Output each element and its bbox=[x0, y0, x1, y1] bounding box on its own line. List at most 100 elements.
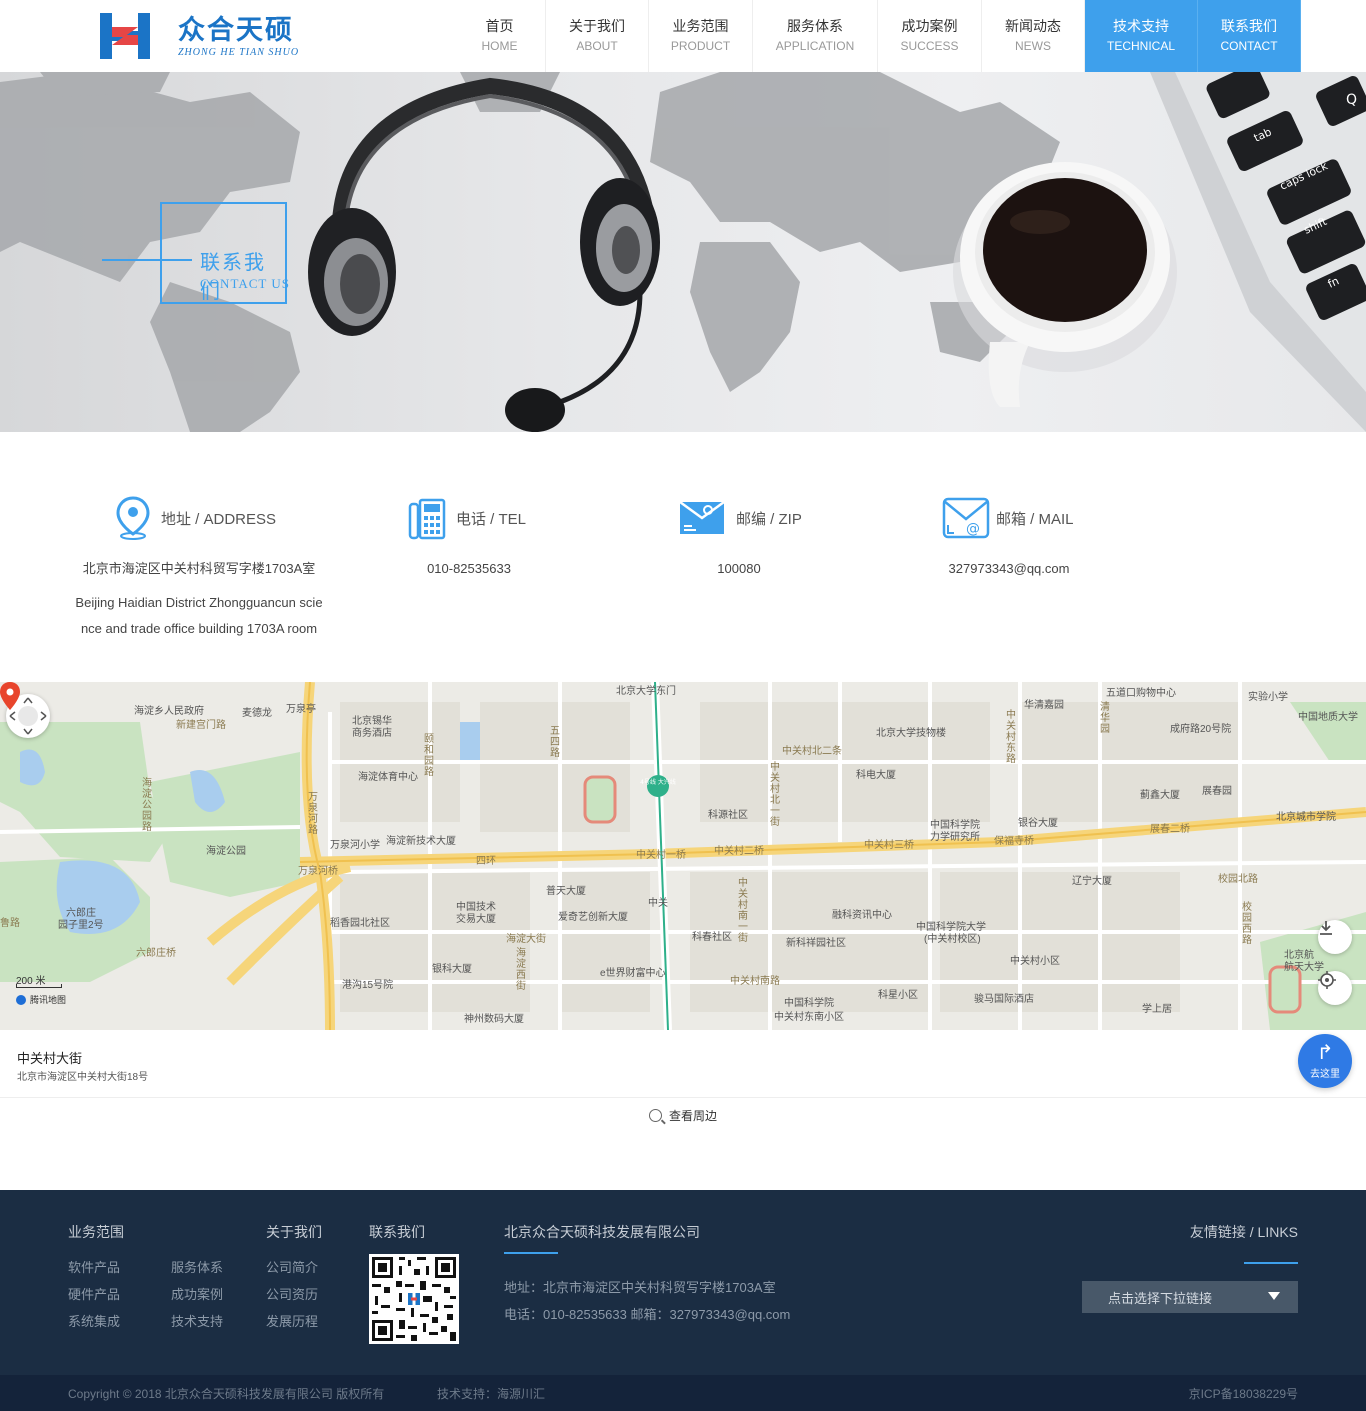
map-label: 实验小学 bbox=[1248, 692, 1288, 703]
footer-link[interactable]: 技术支持 bbox=[171, 1308, 251, 1335]
map-label: 商务酒店 bbox=[352, 728, 392, 739]
footer-link[interactable]: 成功案例 bbox=[171, 1281, 251, 1308]
place-name: 中关村大街 bbox=[17, 1051, 83, 1066]
logo-mark-icon bbox=[100, 13, 152, 59]
map-label: 科电大厦 bbox=[856, 770, 896, 781]
map-label: 华清嘉园 bbox=[1024, 700, 1064, 711]
coffee-cup-graphic bbox=[953, 162, 1177, 407]
laptop-keyboard-graphic: tab caps lock shift fn Q bbox=[1150, 72, 1366, 432]
nav-success[interactable]: 成功案例 SUCCESS bbox=[878, 0, 982, 72]
map-label: 中国科学院 bbox=[784, 998, 834, 1009]
navigate-label: 去这里 bbox=[1310, 1068, 1340, 1080]
nav-label-cn: 服务体系 bbox=[787, 18, 843, 34]
map-label: 中关村三桥 bbox=[864, 840, 914, 851]
postcode-envelope-icon bbox=[679, 500, 725, 534]
map-label: 中国地质大学 bbox=[1298, 712, 1358, 723]
search-icon bbox=[648, 1108, 662, 1122]
map-label: 北京城市学院 bbox=[1276, 812, 1336, 823]
nav-technical[interactable]: 技术支持 TECHNICAL bbox=[1085, 0, 1198, 72]
footer-link[interactable]: 公司简介 bbox=[266, 1254, 322, 1281]
map-label: 交易大厦 bbox=[456, 914, 496, 925]
mail-label: 邮箱 / MAIL bbox=[996, 510, 1074, 528]
map-label: 海淀公园 bbox=[206, 846, 246, 857]
map-label: 新科祥园社区 bbox=[786, 938, 846, 949]
copyright-text: Copyright © 2018 北京众合天硕科技发展有限公司 版权所有 bbox=[68, 1387, 385, 1401]
map-label: 万泉河路 bbox=[308, 792, 318, 836]
nav-label-en: NEWS bbox=[1015, 39, 1051, 53]
footer-contact: 联系我们 bbox=[369, 1222, 459, 1344]
map-label: 海淀西街 bbox=[516, 948, 526, 992]
map-label: 融科资讯中心 bbox=[832, 910, 892, 921]
view-nearby-link[interactable]: 查看周边 bbox=[0, 1104, 1366, 1126]
map-label: 学上居 bbox=[1142, 1004, 1172, 1015]
location-marker-icon[interactable] bbox=[0, 682, 20, 710]
nav-news[interactable]: 新闻动态 NEWS bbox=[982, 0, 1085, 72]
map-label: 海淀公园路 bbox=[142, 778, 152, 833]
footer-about-title: 关于我们 bbox=[266, 1224, 322, 1240]
friend-links-select[interactable]: 点击选择下拉链接 bbox=[1082, 1281, 1298, 1313]
svg-text:@: @ bbox=[966, 521, 980, 537]
map-label: 园子里2号 bbox=[58, 920, 104, 931]
navigate-here-button[interactable]: ↱ 去这里 bbox=[1298, 1034, 1352, 1088]
tech-support-link[interactable]: 技术支持：海源川汇 bbox=[437, 1385, 545, 1402]
nav-label-en: APPLICATION bbox=[775, 39, 855, 53]
nav-label-cn: 新闻动态 bbox=[1005, 18, 1061, 34]
map-label: 四环 bbox=[476, 856, 496, 867]
map-label: 麦德龙 bbox=[242, 708, 272, 719]
map-label: 成府路20号院 bbox=[1170, 724, 1232, 735]
location-map[interactable]: 4号线 大兴线 北京大学东门 海淀乡人民政府 麦德龙 万泉亭 新建宫门路 北京锡… bbox=[0, 682, 1366, 1030]
map-label: 中关村一桥 bbox=[636, 850, 686, 861]
zip-value: 100080 bbox=[717, 561, 761, 576]
map-label: 鲁路 bbox=[0, 918, 20, 929]
map-label: 万泉亭 bbox=[286, 704, 316, 715]
nav-label-en: CONTACT bbox=[1220, 39, 1278, 53]
map-label: 校园西路 bbox=[1242, 902, 1252, 946]
footer-bottom-bar: Copyright © 2018 北京众合天硕科技发展有限公司 版权所有 技术支… bbox=[0, 1375, 1366, 1411]
friend-links-select-value: 点击选择下拉链接 bbox=[1108, 1290, 1213, 1306]
nav-application[interactable]: 服务体系 APPLICATION bbox=[753, 0, 878, 72]
icp-number[interactable]: 京ICP备18038229号 bbox=[1189, 1385, 1298, 1402]
main-nav: 首页 HOME 关于我们 ABOUT 业务范围 PRODUCT 服务体系 APPLICA… bbox=[454, 0, 1301, 72]
map-label: 银科大厦 bbox=[432, 964, 472, 975]
banner-title-cn: 联系我们 bbox=[200, 252, 266, 303]
nav-product[interactable]: 业务范围 PRODUCT bbox=[649, 0, 753, 72]
map-label: 北京大学技物楼 bbox=[876, 728, 946, 739]
map-locate-button[interactable] bbox=[1318, 971, 1352, 1005]
footer-link[interactable]: 服务体系 bbox=[171, 1254, 251, 1281]
mail-icon: @ bbox=[942, 497, 990, 539]
footer-link[interactable]: 系统集成 bbox=[68, 1308, 171, 1335]
map-label: 北京大学东门 bbox=[616, 686, 676, 697]
map-download-button[interactable] bbox=[1318, 920, 1352, 954]
nav-label-en: TECHNICAL bbox=[1106, 39, 1175, 53]
zip-label: 邮编 / ZIP bbox=[736, 510, 802, 528]
map-label: 海淀体育中心 bbox=[358, 772, 418, 783]
footer-link[interactable]: 硬件产品 bbox=[68, 1281, 171, 1308]
map-label: 中关村南路 bbox=[730, 976, 780, 987]
footer-link[interactable]: 软件产品 bbox=[68, 1254, 171, 1281]
tel-value: 010-82535633 bbox=[427, 561, 511, 576]
site-logo[interactable]: 众合天硕 ZHONG HE TIAN SHUO bbox=[100, 12, 300, 60]
nav-label-en: HOME bbox=[481, 39, 518, 53]
place-info-card: 中关村大街 北京市海淀区中关村大街18号 ↱ 去这里 bbox=[0, 1030, 1366, 1098]
qr-code-icon bbox=[369, 1254, 459, 1344]
footer-link[interactable]: 公司资历 bbox=[266, 1281, 322, 1308]
view-nearby-label: 查看周边 bbox=[668, 1108, 717, 1123]
tel-block: 电话 / TEL 010-82535633 bbox=[400, 496, 538, 582]
footer-company: 北京众合天硕科技发展有限公司 地址：北京市海淀区中关村科贸写字楼1703A室 电… bbox=[504, 1222, 790, 1328]
map-label: 海淀新技术大厦 bbox=[386, 836, 456, 847]
turn-arrow-icon: ↱ bbox=[1316, 1041, 1334, 1064]
nav-label-cn: 联系我们 bbox=[1221, 18, 1277, 34]
map-label: 五道口购物中心 bbox=[1106, 688, 1176, 699]
address-en-line1: Beijing Haidian District Zhongguancun sc… bbox=[75, 595, 323, 610]
nav-label-cn: 业务范围 bbox=[672, 18, 729, 34]
nav-about[interactable]: 关于我们 ABOUT bbox=[546, 0, 649, 72]
address-label: 地址 / ADDRESS bbox=[161, 510, 277, 528]
map-label: 中关村北二条 bbox=[782, 746, 842, 757]
download-icon bbox=[1320, 921, 1332, 935]
nav-label-en: SUCCESS bbox=[900, 39, 959, 53]
map-label: (中关村校区) bbox=[924, 934, 981, 945]
footer-link[interactable]: 发展历程 bbox=[266, 1308, 322, 1335]
nav-home[interactable]: 首页 HOME bbox=[454, 0, 546, 72]
nav-contact[interactable]: 联系我们 CONTACT bbox=[1198, 0, 1301, 72]
map-label: 中关村小区 bbox=[1010, 956, 1060, 967]
